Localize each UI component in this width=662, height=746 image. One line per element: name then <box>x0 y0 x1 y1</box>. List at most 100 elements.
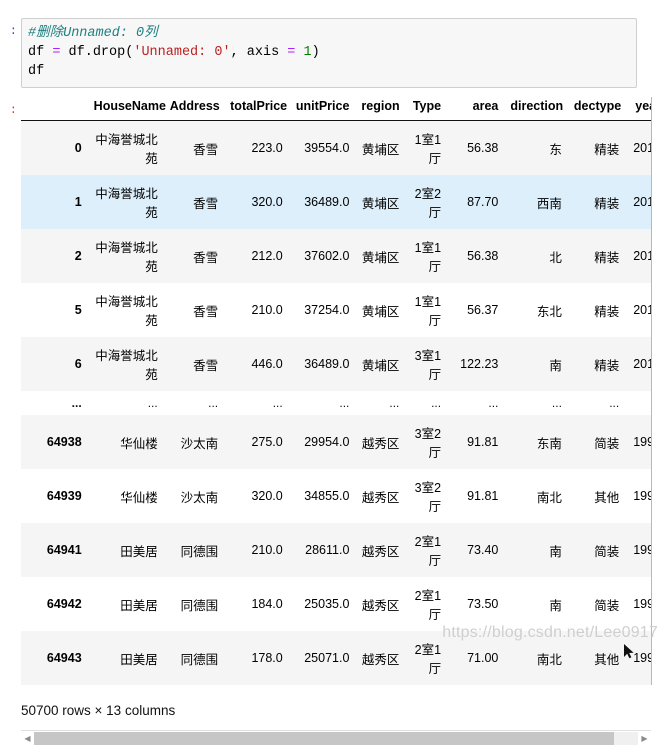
cell-totalprice: 184.0 <box>251 597 283 611</box>
cell-unitprice: 28611.0 <box>305 543 350 557</box>
scroll-right-arrow-icon[interactable]: ▶ <box>638 731 651 746</box>
table-row: 5 中海誉城北苑 香雪 210.0 37254.0 黄埔区 1室1厅 56.37 东北 精装 201… <box>21 283 651 337</box>
cell-type: 3室2厅 <box>414 427 442 460</box>
cell-totalprice: 210.0 <box>251 543 283 557</box>
cell-dectype: 其他 <box>594 490 620 505</box>
cell-dectype: 精装 <box>594 142 620 157</box>
column-header-unitprice: unitPrice <box>288 97 356 121</box>
cell-housename: 中海誉城北苑 <box>95 133 158 166</box>
cell-direction: 南北 <box>536 652 562 667</box>
cell-housename: ... <box>147 396 158 410</box>
cell-totalprice: ... <box>272 396 283 410</box>
cell-dectype: ... <box>609 396 620 410</box>
cell-address: ... <box>208 396 219 410</box>
cell-housename: 田美居 <box>120 652 158 667</box>
table-row: 0 中海誉城北苑 香雪 223.0 39554.0 黄埔区 1室1厅 56.38 东 精装 2012 <box>21 120 651 175</box>
cell-year: 2012 <box>633 195 651 209</box>
dataframe-scroll-container[interactable]: HouseName Address totalPrice unitPrice regio… <box>21 97 652 685</box>
cell-area: 91.81 <box>467 435 499 449</box>
cell-year: 1999 <box>633 543 651 557</box>
cell-type: ... <box>431 396 442 410</box>
cell-unitprice: 25071.0 <box>304 651 350 665</box>
cell-area: 73.40 <box>467 543 499 557</box>
dataframe-body: 0中海誉城北苑香雪223.039554.0黄埔区1室1厅56.38东精装2012… <box>21 120 651 685</box>
cell-housename: 中海誉城北苑 <box>95 349 158 382</box>
table-row: 1 中海誉城北苑 香雪 320.0 36489.0 黄埔区 2室2厅 87.70 西南 精装 201… <box>21 175 651 229</box>
code-token-7: 1 <box>303 45 312 60</box>
code-line-df: df <box>28 62 630 81</box>
scrollbar-track[interactable] <box>34 732 638 745</box>
cell-address: 香雪 <box>193 142 219 157</box>
row-index-label: 5 <box>74 303 82 317</box>
column-header-direction: direction <box>504 97 568 121</box>
cell-totalprice: 212.0 <box>251 249 283 263</box>
cell-type: 1室1厅 <box>414 241 442 274</box>
dataframe-head: HouseName Address totalPrice unitPrice regio… <box>21 97 651 121</box>
code-token-2: df.drop( <box>60 45 134 60</box>
cell-area: 91.81 <box>467 489 499 503</box>
cell-dectype: 精装 <box>594 250 620 265</box>
row-index-label: 64942 <box>46 597 82 611</box>
table-row: 2 中海誉城北苑 香雪 212.0 37602.0 黄埔区 1室1厅 56.38 北 精装 2012 <box>21 229 651 283</box>
cell-address: 香雪 <box>193 358 219 373</box>
output-cell: : HouseName Address totalPrice unitPrice reg… <box>0 97 654 746</box>
cell-address: 同德围 <box>180 544 219 559</box>
cell-region: 黄埔区 <box>361 196 400 211</box>
cell-housename: 华仙楼 <box>120 436 158 451</box>
dataframe-table: HouseName Address totalPrice unitPrice regio… <box>21 97 651 685</box>
table-row-ellipsis: ................................. <box>21 391 651 415</box>
scroll-left-arrow-icon[interactable]: ◀ <box>21 731 34 746</box>
column-header-dectype: dectype <box>567 97 626 121</box>
cell-unitprice: 29954.0 <box>304 435 350 449</box>
column-header-index <box>21 97 88 121</box>
cell-region: 黄埔区 <box>361 358 400 373</box>
cell-totalprice: 320.0 <box>251 195 283 209</box>
cell-housename: 田美居 <box>120 544 158 559</box>
code-token-4: , axis <box>230 45 288 60</box>
cell-dectype: 精装 <box>594 196 620 211</box>
cell-unitprice: 37602.0 <box>304 249 350 263</box>
cell-year: 2012 <box>633 141 651 155</box>
row-index-label: ... <box>71 396 82 410</box>
cell-region: 黄埔区 <box>361 250 400 265</box>
cell-direction: 东北 <box>536 304 562 319</box>
cell-address: 沙太南 <box>180 436 219 451</box>
cell-type: 1室1厅 <box>414 295 442 328</box>
cell-year: 1999 <box>633 489 651 503</box>
cell-dectype: 精装 <box>594 358 620 373</box>
cell-housename: 华仙楼 <box>120 490 158 505</box>
cell-unitprice: 36489.0 <box>304 195 350 209</box>
row-index-label: 1 <box>74 195 82 209</box>
cell-totalprice: 446.0 <box>251 357 283 371</box>
cell-region: 越秀区 <box>361 598 400 613</box>
cell-region: 黄埔区 <box>361 142 400 157</box>
row-index-label: 2 <box>74 249 82 263</box>
table-row: 64941 田美居 同德围 210.0 28611.0 越秀区 2室1厅 73.40 南 简装 19… <box>21 523 651 577</box>
scrollbar-thumb[interactable] <box>34 732 614 745</box>
cell-area: ... <box>488 396 499 410</box>
cell-address: 香雪 <box>193 196 219 211</box>
cell-housename: 中海誉城北苑 <box>95 187 158 220</box>
cell-totalprice: 275.0 <box>251 435 283 449</box>
code-df-text: df <box>28 64 45 79</box>
cell-area: 122.23 <box>460 357 499 371</box>
horizontal-scrollbar[interactable]: ◀ ▶ <box>21 730 651 746</box>
cell-direction: 北 <box>549 250 562 265</box>
code-editor[interactable]: #删除Unnamed: 0列 df = df.drop('Unnamed: 0'… <box>21 18 637 88</box>
code-cell[interactable]: : #删除Unnamed: 0列 df = df.drop('Unnamed: … <box>0 18 654 88</box>
column-header-address: Address <box>163 97 225 121</box>
row-index-label: 64941 <box>46 543 82 557</box>
cell-type: 2室2厅 <box>414 187 442 220</box>
cell-unitprice: 25035.0 <box>304 597 350 611</box>
cell-totalprice: 320.0 <box>251 489 283 503</box>
cell-area: 87.70 <box>467 195 499 209</box>
cell-dectype: 简装 <box>594 598 620 613</box>
cell-direction: 东南 <box>536 436 562 451</box>
cell-area: 56.38 <box>467 249 499 263</box>
table-row: 64942 田美居 同德围 184.0 25035.0 越秀区 2室1厅 73.50 南 简装 19… <box>21 577 651 631</box>
column-header-year: year <box>625 97 651 121</box>
cell-housename: 田美居 <box>120 598 158 613</box>
cell-unitprice: 34855.0 <box>304 489 350 503</box>
cell-type: 2室1厅 <box>414 589 442 622</box>
column-header-housename: HouseName <box>87 97 166 121</box>
